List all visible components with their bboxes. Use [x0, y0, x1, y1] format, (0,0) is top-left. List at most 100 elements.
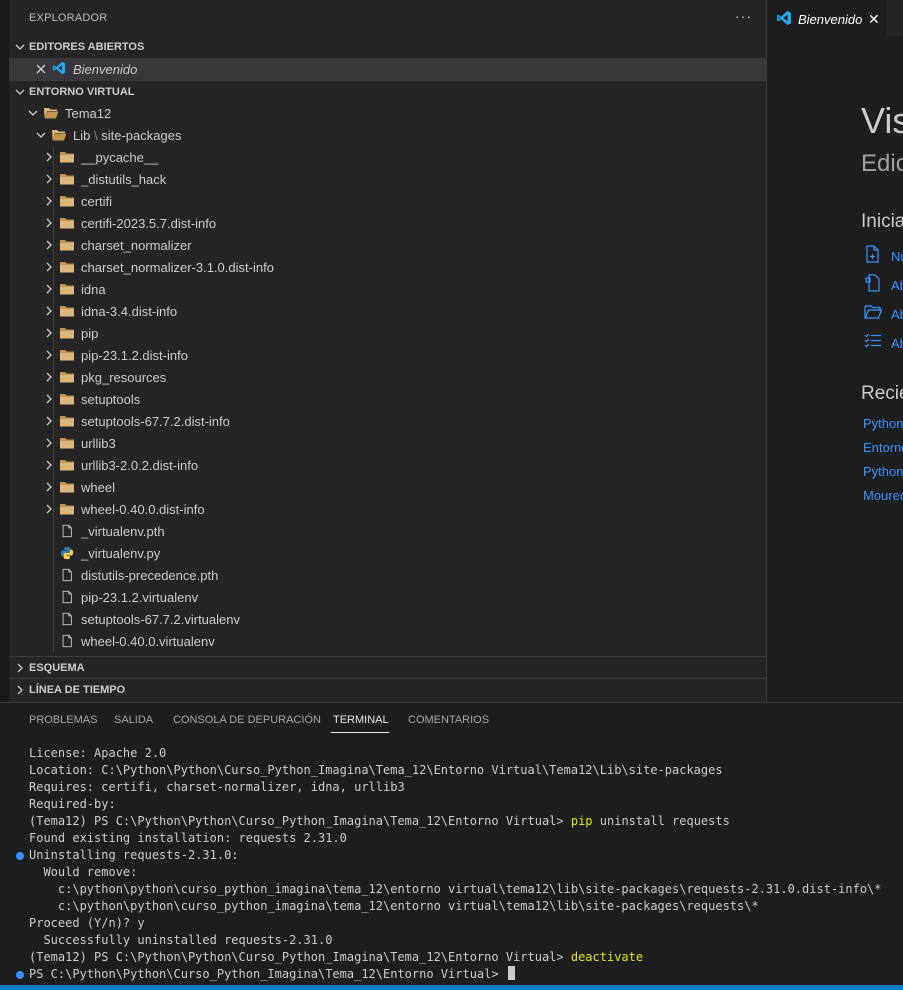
file-label: distutils-precedence.pth	[81, 568, 219, 583]
editor-tab-bar: Bienvenido ✕	[767, 0, 903, 36]
folder-row[interactable]: certifi	[9, 190, 766, 212]
folder-label: setuptools	[81, 392, 141, 407]
terminal-line: c:\python\python\curso_python_imagina\te…	[29, 898, 759, 915]
file-row[interactable]: distutils-precedence.pth	[9, 564, 766, 586]
terminal-line: (Tema12) PS C:\Python\Python\Curso_Pytho…	[29, 949, 643, 966]
folder-lib-label: Lib	[73, 128, 91, 143]
command-status-dot[interactable]	[16, 852, 24, 860]
folder-row[interactable]: pkg_resources	[9, 366, 766, 388]
folder-open-icon	[52, 130, 67, 141]
section-open-editors[interactable]: EDITORES ABIERTOS	[9, 36, 766, 58]
folder-row-lib[interactable]: Lib \ site-packages	[9, 124, 766, 146]
chevron-down-icon	[15, 44, 25, 50]
chevron-right-icon	[46, 438, 52, 448]
terminal-text: c:\python\python\curso_python_imagina\te…	[29, 899, 759, 913]
file-label: pip-23.1.2.virtualenv	[81, 590, 199, 605]
open-folder-icon	[864, 305, 883, 319]
open-editor-item[interactable]: Bienvenido	[9, 58, 766, 80]
section-label: LÍNEA DE TIEMPO	[29, 684, 126, 696]
start-link-new-file[interactable]: Nu	[891, 249, 903, 264]
tab-comments[interactable]: COMENTARIOS	[408, 714, 489, 726]
file-icon	[62, 568, 72, 582]
folder-icon	[60, 372, 74, 383]
file-row[interactable]: pip-23.1.2.virtualenv	[9, 586, 766, 608]
open-editor-label: Bienvenido	[73, 62, 138, 77]
folder-icon	[60, 196, 74, 207]
start-link-open-file[interactable]: Ab	[891, 278, 903, 293]
folder-label: __pycache__	[81, 150, 159, 165]
recent-link[interactable]: Python	[863, 416, 903, 431]
start-link-open-folder[interactable]: Ab	[891, 307, 903, 322]
folder-icon	[60, 174, 74, 185]
folder-label: pip-23.1.2.dist-info	[81, 348, 188, 363]
tab-output[interactable]: SALIDA	[114, 714, 153, 726]
chevron-right-icon	[46, 328, 52, 338]
close-icon[interactable]	[35, 63, 47, 75]
terminal-line: Uninstalling requests-2.31.0:	[29, 847, 239, 864]
file-label: _virtualenv.pth	[81, 524, 165, 539]
recent-link[interactable]: Moured	[863, 488, 903, 503]
file-row[interactable]: _virtualenv.pth	[9, 520, 766, 542]
folder-site-packages-label: site-packages	[101, 128, 182, 143]
chevron-right-icon	[46, 306, 52, 316]
file-row[interactable]: _virtualenv.py	[9, 542, 766, 564]
folder-row[interactable]: setuptools	[9, 388, 766, 410]
open-file-icon	[865, 274, 880, 292]
tab-problems[interactable]: PROBLEMAS	[29, 714, 97, 726]
chevron-right-icon	[46, 240, 52, 250]
folder-icon	[60, 218, 74, 229]
folder-row[interactable]: urllib3-2.0.2.dist-info	[9, 454, 766, 476]
start-link-walkthrough[interactable]: Ab	[891, 336, 903, 351]
recent-link[interactable]: Entorno	[863, 440, 903, 455]
folder-row[interactable]: urllib3	[9, 432, 766, 454]
folder-row[interactable]: pip	[9, 322, 766, 344]
file-icon	[62, 524, 72, 538]
folder-icon	[60, 240, 74, 251]
folder-row[interactable]: wheel	[9, 476, 766, 498]
file-label: _virtualenv.py	[81, 546, 161, 561]
folder-row[interactable]: charset_normalizer	[9, 234, 766, 256]
folder-row[interactable]: certifi-2023.5.7.dist-info	[9, 212, 766, 234]
folder-row[interactable]: idna-3.4.dist-info	[9, 300, 766, 322]
tab-terminal[interactable]: TERMINAL	[333, 714, 389, 726]
folder-label: Tema12	[65, 106, 112, 121]
file-row[interactable]: wheel-0.40.0.virtualenv	[9, 630, 766, 652]
chevron-right-icon	[46, 196, 52, 206]
folder-row-root[interactable]: Tema12	[9, 102, 766, 124]
section-workspace[interactable]: ENTORNO VIRTUAL	[9, 80, 766, 102]
folder-row[interactable]: wheel-0.40.0.dist-info	[9, 498, 766, 520]
folder-row[interactable]: idna	[9, 278, 766, 300]
start-heading: Inicia	[861, 211, 903, 232]
terminal-text: Location: C:\Python\Python\Curso_Python_…	[29, 763, 723, 777]
tab-welcome[interactable]: Bienvenido ✕	[767, 0, 886, 36]
terminal-text: Requires: certifi, charset-normalizer, i…	[29, 780, 405, 794]
recent-link[interactable]: Python	[863, 464, 903, 479]
terminal-text: Successfully uninstalled requests-2.31.0	[29, 933, 333, 947]
folder-icon	[60, 306, 74, 317]
bottom-panel: PROBLEMAS SALIDA CONSOLA DE DEPURACIÓN T…	[0, 702, 903, 990]
command-status-dot[interactable]	[16, 971, 24, 979]
terminal-cursor	[507, 966, 515, 980]
more-actions-icon[interactable]: ···	[735, 8, 752, 24]
terminal-line: c:\python\python\curso_python_imagina\te…	[29, 881, 882, 898]
chevron-right-icon	[46, 482, 52, 492]
tab-debug-console[interactable]: CONSOLA DE DEPURACIÓN	[173, 714, 321, 726]
folder-label: _distutils_hack	[81, 172, 167, 187]
folder-row[interactable]: setuptools-67.7.2.dist-info	[9, 410, 766, 432]
folder-row[interactable]: charset_normalizer-3.1.0.dist-info	[9, 256, 766, 278]
folder-label: idna	[81, 282, 106, 297]
folder-row[interactable]: __pycache__	[9, 146, 766, 168]
chevron-down-icon	[36, 132, 46, 138]
folder-row[interactable]: _distutils_hack	[9, 168, 766, 190]
folder-row[interactable]: pip-23.1.2.dist-info	[9, 344, 766, 366]
file-row[interactable]: setuptools-67.7.2.virtualenv	[9, 608, 766, 630]
close-icon[interactable]: ✕	[868, 11, 880, 28]
section-outline[interactable]: ESQUEMA	[9, 656, 766, 678]
file-icon	[62, 612, 72, 626]
section-timeline[interactable]: LÍNEA DE TIEMPO	[9, 678, 766, 700]
tab-label: Bienvenido	[798, 12, 863, 27]
chevron-right-icon	[46, 174, 52, 184]
chevron-right-icon	[46, 416, 52, 426]
new-file-icon	[866, 245, 879, 263]
vscode-icon	[52, 61, 66, 75]
